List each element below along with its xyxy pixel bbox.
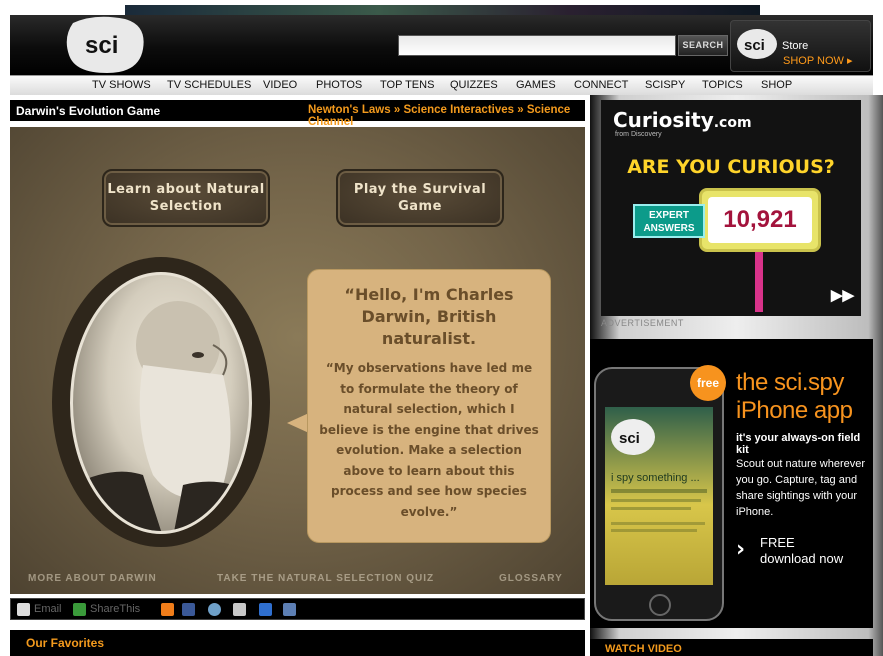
email-link[interactable]: Email xyxy=(34,603,62,615)
nav-item-shop[interactable]: SHOP xyxy=(761,79,792,91)
scispy-description: Scout out nature wherever you go. Captur… xyxy=(736,458,866,518)
natural-selection-quiz-link[interactable]: TAKE THE NATURAL SELECTION QUIZ xyxy=(217,573,434,584)
game-title-bar: Darwin's Evolution Game Newton's Laws » … xyxy=(10,100,585,128)
breadcrumb: Newton's Laws » Science Interactives » S… xyxy=(308,104,583,128)
store-promo[interactable]: sci Store SHOP NOW ▸ xyxy=(730,20,871,72)
breadcrumb-separator: » xyxy=(517,104,524,116)
page-title: Darwin's Evolution Game xyxy=(16,104,161,118)
search-input[interactable] xyxy=(398,35,676,56)
phone-screen-art: sci i spy something ... xyxy=(611,419,707,532)
nav-item-topics[interactable]: TOPICS xyxy=(702,79,743,91)
myspace-icon[interactable] xyxy=(233,603,246,616)
nav-item-quizzes[interactable]: QUIZZES xyxy=(450,79,498,91)
blogger-icon[interactable] xyxy=(161,603,174,616)
search-button[interactable]: SEARCH xyxy=(678,35,728,56)
logo-text: sci xyxy=(85,32,118,59)
nav-item-scispy[interactable]: SCISPY xyxy=(645,79,685,91)
svg-text:sci: sci xyxy=(619,430,640,447)
sharethis-link[interactable]: ShareThis xyxy=(90,603,140,615)
answers-counter-box: 10,921 xyxy=(699,188,821,252)
nav-item-games[interactable]: GAMES xyxy=(516,79,556,91)
phone-home-button xyxy=(649,594,671,616)
nav-item-connect[interactable]: CONNECT xyxy=(574,79,628,91)
nav-item-tv-shows[interactable]: TV SHOWS xyxy=(92,79,151,91)
email-icon[interactable] xyxy=(17,603,30,616)
svg-text:sci: sci xyxy=(744,37,765,54)
share-bar: Email ShareThis xyxy=(10,598,585,620)
scispy-title: the sci.spy iPhone app xyxy=(736,369,853,424)
free-badge: free xyxy=(690,365,726,401)
store-label: Store xyxy=(782,40,809,52)
glossary-link[interactable]: GLOSSARY xyxy=(499,573,563,584)
watch-video-heading[interactable]: WATCH VIDEO xyxy=(605,643,682,655)
darwin-greeting: “Hello, I'm Charles Darwin, British natu… xyxy=(344,285,514,348)
shop-now-link[interactable]: SHOP NOW ▸ xyxy=(783,54,853,67)
favorites-bar: Our Favorites xyxy=(10,630,585,656)
facebook-icon[interactable] xyxy=(182,603,195,616)
curiosity-headline: ARE YOU CURIOUS? xyxy=(627,156,835,178)
watch-video-bar: WATCH VIDEO xyxy=(590,639,873,656)
more-about-darwin-link[interactable]: MORE ABOUT DARWIN xyxy=(28,573,157,584)
curiosity-logo: Curiosity.com xyxy=(613,108,752,132)
main-nav: TV SHOWS TV SCHEDULES VIDEO PHOTOS TOP T… xyxy=(10,75,873,95)
top-banner-strip xyxy=(125,5,760,15)
darwin-portrait xyxy=(70,272,252,534)
sci-logo[interactable]: sci xyxy=(55,15,150,75)
breadcrumb-science-interactives[interactable]: Science Interactives xyxy=(403,104,514,116)
free-download-link[interactable]: FREE download now xyxy=(760,535,850,567)
svg-text:i spy something ...: i spy something ... xyxy=(611,472,700,484)
nav-item-photos[interactable]: PHOTOS xyxy=(316,79,362,91)
sign-post xyxy=(755,252,763,312)
nav-item-top-tens[interactable]: TOP TENS xyxy=(380,79,434,91)
sharethis-icon[interactable] xyxy=(73,603,86,616)
expert-answers-badge: EXPERT ANSWERS xyxy=(633,204,705,238)
darwin-illustration xyxy=(73,301,249,531)
curiosity-ad[interactable]: Curiosity.com from Discovery ARE YOU CUR… xyxy=(601,100,861,316)
iphone-image: sci i spy something ... xyxy=(594,367,724,621)
speech-bubble: “Hello, I'm Charles Darwin, British natu… xyxy=(307,269,551,543)
learn-natural-selection-button[interactable]: Learn about Natural Selection xyxy=(102,169,270,227)
breadcrumb-newtons-laws[interactable]: Newton's Laws xyxy=(308,104,391,116)
site-header: sci SEARCH sci Store SHOP NOW ▸ xyxy=(10,15,873,75)
nav-item-tv-schedules[interactable]: TV SCHEDULES xyxy=(167,79,251,91)
speech-bubble-tail xyxy=(287,413,309,433)
scispy-ad[interactable]: sci i spy something ... free the sci.spy… xyxy=(590,339,873,628)
digg-icon[interactable] xyxy=(283,603,296,616)
answers-count: 10,921 xyxy=(708,197,812,243)
advertisement-label: ADVERTISEMENT xyxy=(601,318,684,328)
stumbleupon-icon[interactable] xyxy=(208,603,221,616)
play-survival-game-button[interactable]: Play the Survival Game xyxy=(336,169,504,227)
delicious-icon[interactable] xyxy=(259,603,272,616)
darwin-game-panel: Learn about Natural Selection Play the S… xyxy=(10,127,585,594)
phone-screen: sci i spy something ... xyxy=(605,407,713,585)
fast-forward-icon[interactable]: ▶▶ xyxy=(831,286,854,304)
scispy-tagline: it's your always-on field kit xyxy=(736,432,861,456)
chevron-right-icon: › xyxy=(736,537,746,562)
curiosity-sub: from Discovery xyxy=(615,131,662,138)
darwin-quote: “My observations have led me to formulat… xyxy=(319,361,539,519)
nav-item-video[interactable]: VIDEO xyxy=(263,79,297,91)
breadcrumb-separator: » xyxy=(393,104,401,116)
favorites-heading: Our Favorites xyxy=(26,636,105,650)
store-logo: sci xyxy=(737,29,777,59)
